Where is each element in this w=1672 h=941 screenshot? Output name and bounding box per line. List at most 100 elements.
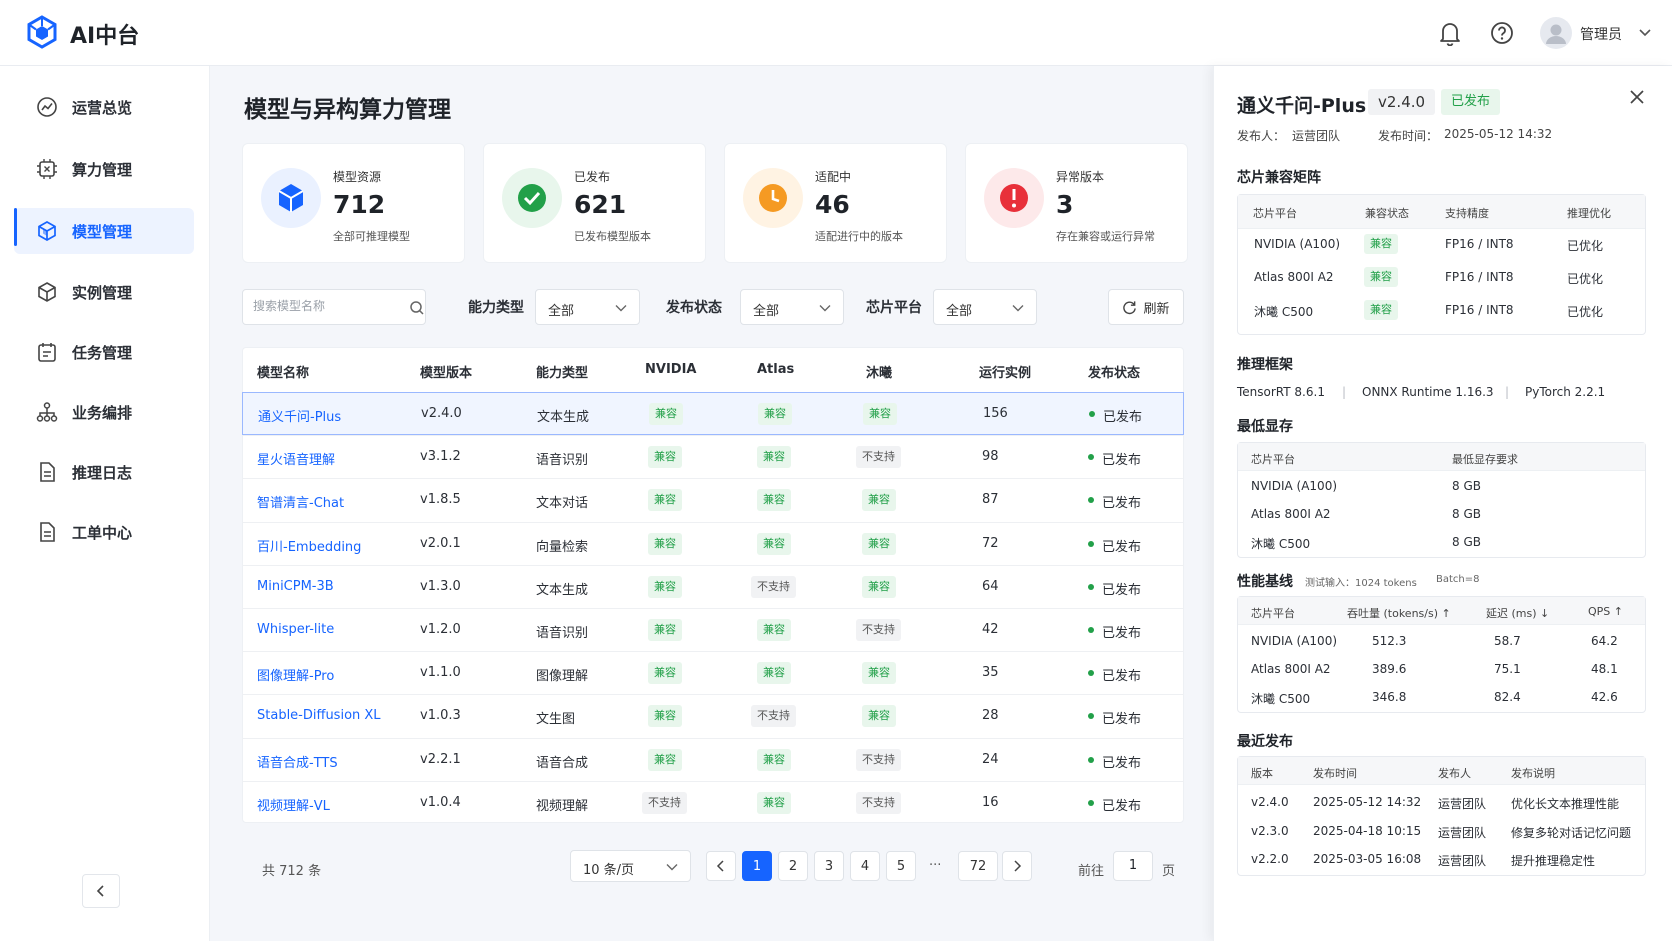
sidebar-item-label: 工单中心 [72,523,133,542]
bell-icon[interactable] [1438,20,1462,46]
sidebar-item-models[interactable]: 模型管理 [14,208,194,254]
table-row[interactable]: 星火语音理解 v3.1.2 语音识别 兼容 兼容 不支持 98 已发布 [242,435,1184,478]
publisher-label: 发布人： [1237,129,1286,143]
status-dot [1088,713,1094,720]
user-icon [1546,24,1566,44]
column-header[interactable]: 沐曦 [866,362,892,381]
page-button[interactable]: 1 [742,851,772,881]
dashboard-icon [37,97,57,117]
model-name-link[interactable]: 图像理解-Pro [257,665,334,684]
prev-page-button[interactable] [706,851,736,881]
user-name[interactable]: 管理员 [1580,24,1622,44]
stat-label: 模型资源 [333,170,382,184]
table-row[interactable]: 图像理解-Pro v1.1.0 图像理解 兼容 兼容 兼容 35 已发布 [242,651,1184,694]
instance-count: 64 [982,578,999,594]
page-size-select[interactable]: 10 条/页 [570,850,691,882]
column-header[interactable]: 运行实例 [979,362,1031,381]
column-header[interactable]: 能力类型 [536,362,588,381]
column-header[interactable]: 发布状态 [1088,362,1140,381]
column-header[interactable]: 模型名称 [257,362,309,381]
publish-status: 已发布 [1102,539,1142,555]
sidebar-item-tickets[interactable]: 工单中心 [14,509,194,555]
chevron-down-icon[interactable] [1638,27,1652,39]
status-select[interactable]: 全部 [740,289,844,325]
optimization: 已优化 [1567,305,1604,319]
model-name-link[interactable]: 星火语音理解 [257,449,335,468]
model-name-link[interactable]: 通义千问-Plus [258,406,341,425]
table-row[interactable]: 智谱清言-Chat v1.8.5 文本对话 兼容 兼容 兼容 87 已发布 [242,478,1184,521]
model-name-link[interactable]: 智谱清言-Chat [257,492,344,511]
sidebar-item-overview[interactable]: 运营总览 [14,84,194,130]
table-row[interactable]: 视频理解-VL v1.0.4 视频理解 不支持 兼容 不支持 16 已发布 [242,780,1184,824]
model-name-link[interactable]: Stable-Diffusion XL [257,708,381,723]
muxi-compat-tag: 不支持 [856,619,901,641]
select-value: 全部 [946,304,973,319]
column-header[interactable]: QPS ↑ [1588,605,1623,618]
page-button[interactable]: 3 [814,851,844,881]
search-icon[interactable] [409,300,425,316]
close-icon[interactable] [1628,88,1646,106]
page-button[interactable]: 2 [778,851,808,881]
precision: FP16 / INT8 [1445,303,1514,317]
model-name-link[interactable]: 语音合成-TTS [257,752,338,771]
next-page-button[interactable] [1002,851,1032,881]
sidebar-item-label: 任务管理 [72,343,133,362]
table-row[interactable]: Whisper-lite v1.2.0 语音识别 兼容 兼容 不支持 42 已发… [242,608,1184,651]
ability-select[interactable]: 全部 [535,289,640,325]
atlas-compat-tag: 兼容 [757,446,791,469]
nvidia-compat-tag: 兼容 [648,575,682,598]
nvidia-compat-tag: 兼容 [648,662,682,685]
sidebar-item-label: 推理日志 [72,463,133,482]
latency: 58.7 [1494,634,1521,648]
model-name-link[interactable]: 百川-Embedding [257,536,361,555]
table-row[interactable]: Stable-Diffusion XL v1.0.3 文生图 兼容 不支持 兼容… [242,694,1184,737]
column-header[interactable]: NVIDIA [645,362,696,377]
model-version: v3.1.2 [420,449,461,465]
page-ellipsis[interactable]: ··· [929,858,941,873]
page-button[interactable]: 4 [850,851,880,881]
column-header[interactable]: Atlas [757,362,794,377]
avatar[interactable] [1540,17,1572,49]
help-icon[interactable] [1490,21,1514,45]
model-name-link[interactable]: 视频理解-VL [257,795,330,814]
table-row[interactable]: MiniCPM-3B v1.3.0 文本生成 兼容 不支持 兼容 64 已发布 [242,564,1184,608]
model-version: v1.2.0 [420,622,461,637]
collapse-sidebar-button[interactable] [82,874,120,908]
ability-type: 向量检索 [536,539,589,555]
model-version: v2.4.0 [421,406,462,421]
search-box [242,289,426,325]
throughput: 512.3 [1372,634,1407,648]
page-button[interactable]: 72 [958,851,998,881]
column-header: 版本 [1251,767,1273,780]
stat-card-models: 模型资源 712 全部可推理模型 [242,143,465,263]
status-dot [1088,540,1094,547]
atlas-compat-tag: 不支持 [751,705,796,728]
publish-status: 已发布 [1102,755,1142,771]
goto-page-input[interactable]: 1 [1113,851,1153,881]
sidebar-item-inference-logs[interactable]: 推理日志 [14,449,194,495]
chevron-left-icon [96,885,104,897]
column-header[interactable]: 吞吐量 (tokens/s) ↑ [1347,605,1451,621]
sidebar-item-instances[interactable]: 实例管理 [14,269,194,315]
table-row[interactable]: 语音合成-TTS v2.2.1 语音合成 兼容 兼容 不支持 24 已发布 [242,737,1184,781]
chip-select[interactable]: 全部 [933,289,1037,325]
column-header[interactable]: 模型版本 [420,362,472,381]
refresh-button[interactable]: 刷新 [1108,289,1184,325]
sidebar-item-tasks[interactable]: 任务管理 [14,329,194,375]
search-input[interactable] [253,299,393,313]
model-name-link[interactable]: MiniCPM-3B [257,579,334,594]
sidebar-item-orchestration[interactable]: 业务编排 [14,389,194,435]
chip-platform: 沐曦 C500 [1251,537,1311,551]
table-row[interactable]: 百川-Embedding v2.0.1 向量检索 兼容 兼容 兼容 72 已发布 [242,521,1184,565]
page-title: 模型与异构算力管理 [244,97,451,123]
sidebar-item-compute[interactable]: 算力管理 [14,146,194,192]
table-row[interactable]: 通义千问-Plus v2.4.0 文本生成 兼容 兼容 兼容 156 已发布 [242,392,1184,435]
muxi-compat-tag: 兼容 [862,532,896,555]
model-name-link[interactable]: Whisper-lite [257,622,334,637]
chip-filter-label: 芯片平台 [866,300,922,316]
atlas-compat-tag: 兼容 [757,532,791,555]
column-header[interactable]: 延迟 (ms) ↓ [1486,605,1549,621]
column-header: 发布时间 [1313,767,1357,780]
page-button[interactable]: 5 [886,851,916,881]
muxi-compat-tag: 不支持 [856,791,901,814]
